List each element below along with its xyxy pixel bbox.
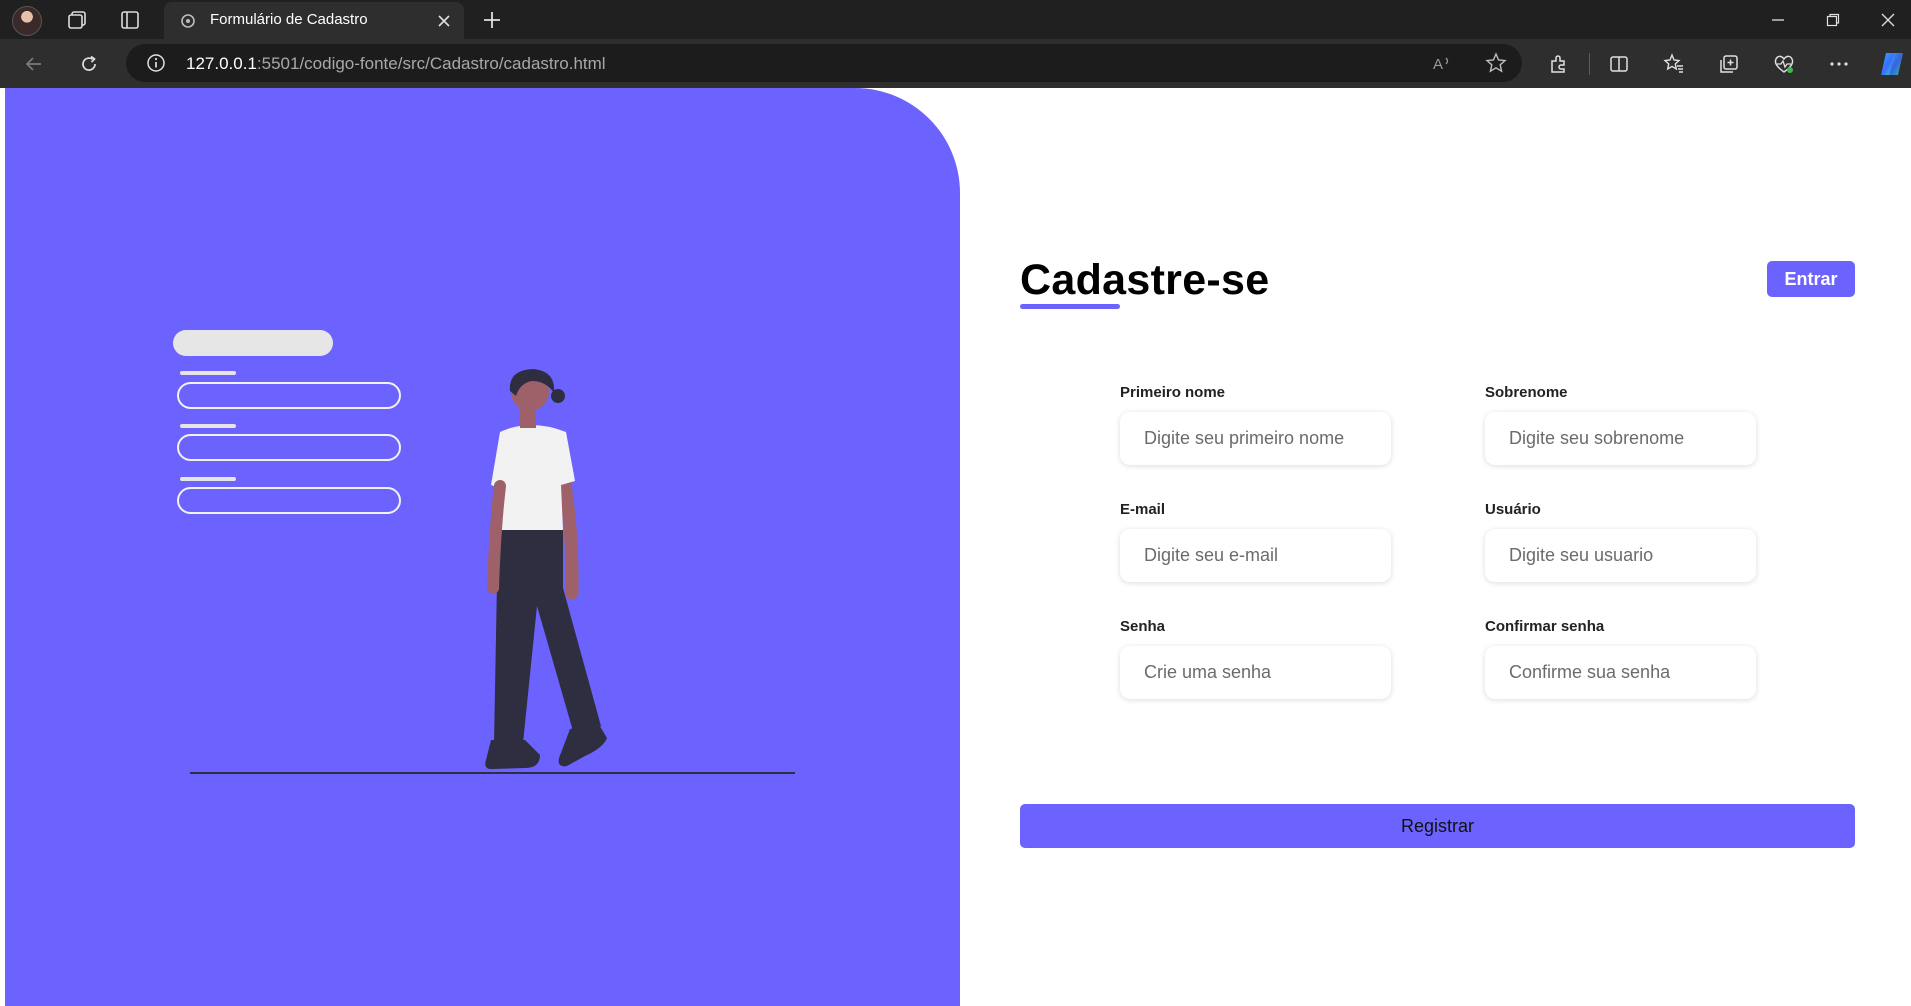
workspaces-icon[interactable] — [66, 8, 90, 32]
first-name-group: Primeiro nome — [1120, 384, 1391, 465]
collections-icon[interactable] — [1717, 52, 1741, 76]
url-text[interactable]: 127.0.0.1:5501/codigo-fonte/src/Cadastro… — [186, 54, 606, 74]
restore-icon[interactable] — [1821, 8, 1845, 32]
refresh-icon[interactable] — [77, 52, 101, 76]
minimize-icon[interactable] — [1766, 8, 1790, 32]
email-group: E-mail — [1120, 501, 1391, 582]
performance-icon[interactable] — [1772, 52, 1796, 76]
close-window-icon[interactable] — [1876, 8, 1900, 32]
address-bar[interactable]: 127.0.0.1:5501/codigo-fonte/src/Cadastro… — [126, 44, 1522, 82]
read-aloud-icon[interactable]: A — [1432, 52, 1454, 74]
username-group: Usuário — [1485, 501, 1756, 582]
last-name-group: Sobrenome — [1485, 384, 1756, 465]
email-label: E-mail — [1120, 501, 1166, 518]
close-tab-icon[interactable] — [434, 11, 454, 31]
browser-window: Formulário de Cadastro 127.0.0.1:5501/co… — [0, 0, 1911, 1006]
password-input[interactable] — [1120, 646, 1391, 699]
extensions-icon[interactable] — [1547, 52, 1571, 76]
first-name-label: Primeiro nome — [1120, 384, 1226, 401]
illustration-panel — [5, 88, 960, 1006]
info-icon[interactable] — [146, 53, 166, 73]
new-tab-icon[interactable] — [480, 8, 504, 32]
url-path: :5501/codigo-fonte/src/Cadastro/cadastro… — [256, 54, 606, 73]
copilot-icon[interactable] — [1877, 49, 1907, 79]
page-content: Cadastre-se Entrar Primeiro nome Sobreno… — [0, 88, 1911, 1006]
svg-text:A: A — [1433, 56, 1443, 73]
address-bar-row: 127.0.0.1:5501/codigo-fonte/src/Cadastro… — [0, 39, 1911, 88]
email-input[interactable] — [1120, 529, 1391, 582]
password-group: Senha — [1120, 618, 1391, 699]
last-name-label: Sobrenome — [1485, 384, 1568, 401]
confirm-password-group: Confirmar senha — [1485, 618, 1756, 699]
person-form-illustration — [173, 330, 795, 774]
split-screen-icon[interactable] — [1607, 52, 1631, 76]
tab-title: Formulário de Cadastro — [210, 11, 368, 28]
more-icon[interactable] — [1827, 52, 1851, 76]
register-button[interactable]: Registrar — [1020, 804, 1855, 848]
active-tab[interactable]: Formulário de Cadastro — [164, 2, 464, 39]
confirm-password-input[interactable] — [1485, 646, 1756, 699]
tab-actions-icon[interactable] — [118, 8, 142, 32]
title-underline — [1020, 304, 1120, 309]
first-name-input[interactable] — [1120, 412, 1391, 465]
profile-avatar[interactable] — [12, 6, 42, 36]
tab-favicon-icon — [178, 11, 198, 31]
confirm-password-label: Confirmar senha — [1485, 618, 1605, 635]
last-name-input[interactable] — [1485, 412, 1756, 465]
tab-strip: Formulário de Cadastro — [0, 0, 1911, 39]
favorite-star-icon[interactable] — [1485, 52, 1507, 74]
back-icon[interactable] — [22, 52, 46, 76]
username-label: Usuário — [1485, 501, 1541, 518]
username-input[interactable] — [1485, 529, 1756, 582]
signup-form: Cadastre-se Entrar Primeiro nome Sobreno… — [1020, 88, 1858, 1006]
password-label: Senha — [1120, 618, 1166, 635]
login-button[interactable]: Entrar — [1767, 261, 1855, 297]
toolbar-separator — [1589, 53, 1590, 75]
url-host: 127.0.0.1 — [186, 54, 257, 73]
page-title: Cadastre-se — [1020, 256, 1270, 304]
favorites-icon[interactable] — [1662, 52, 1686, 76]
